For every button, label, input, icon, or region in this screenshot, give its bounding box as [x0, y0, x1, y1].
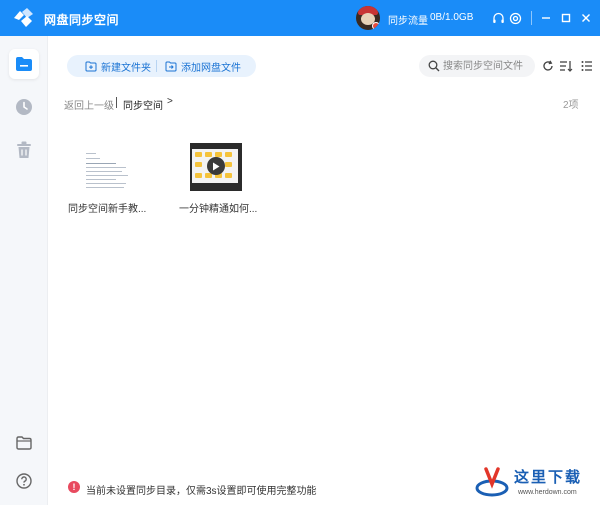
- item-count: 2项: [563, 100, 579, 111]
- watermark-url: www.herdown.com: [518, 489, 577, 496]
- help-icon: [16, 473, 32, 489]
- avatar[interactable]: [356, 6, 380, 30]
- new-folder-icon: [85, 61, 97, 71]
- maximize-icon[interactable]: [558, 10, 574, 26]
- breadcrumb-current[interactable]: 同步空间: [123, 97, 163, 112]
- file-item[interactable]: 一分钟精通如何...: [176, 138, 268, 218]
- add-netdisk-file-button[interactable]: 添加网盘文件: [165, 55, 241, 77]
- file-name: 同步空间新手教...: [68, 204, 147, 215]
- titlebar-divider: [531, 11, 532, 25]
- sync-traffic-value: 0B/1.0GB: [430, 12, 474, 23]
- file-name: 一分钟精通如何...: [179, 204, 258, 215]
- list-view-icon[interactable]: [580, 59, 594, 73]
- warning-icon: !: [68, 481, 80, 493]
- minimize-icon[interactable]: [538, 10, 554, 26]
- breadcrumb-back-link[interactable]: 返回上一级: [64, 97, 114, 112]
- sync-traffic-label: 同步流量: [388, 16, 428, 27]
- sidebar: [0, 36, 48, 505]
- video-thumbnail: [190, 143, 242, 191]
- play-icon: [207, 157, 225, 175]
- app-logo-icon: [14, 8, 33, 27]
- watermark-logo-icon: [475, 467, 509, 497]
- pill-divider: [156, 60, 157, 72]
- file-item[interactable]: 同步空间新手教...: [68, 138, 160, 218]
- history-icon: [16, 99, 32, 115]
- breadcrumb-arrow: >: [167, 96, 173, 107]
- new-folder-button[interactable]: 新建文件夹: [85, 55, 151, 77]
- search-box: [419, 55, 535, 77]
- sidebar-help[interactable]: [9, 466, 39, 496]
- settings-icon[interactable]: [507, 10, 523, 26]
- close-icon[interactable]: [578, 10, 594, 26]
- document-thumbnail: [82, 143, 134, 191]
- title-bar: 网盘同步空间 同步流量 0B/1.0GB: [0, 0, 600, 36]
- watermark: 这里下载 www.herdown.com: [470, 460, 600, 505]
- sync-folder-icon: [16, 57, 32, 71]
- sidebar-open-folder[interactable]: [9, 428, 39, 458]
- headset-icon[interactable]: [490, 10, 506, 26]
- action-pill: 新建文件夹 添加网盘文件: [67, 55, 256, 77]
- refresh-icon[interactable]: [541, 59, 555, 73]
- new-folder-label: 新建文件夹: [101, 62, 151, 74]
- breadcrumb-divider: [116, 97, 117, 108]
- search-icon: [428, 60, 440, 72]
- folder-icon: [16, 436, 32, 450]
- add-file-icon: [165, 61, 177, 71]
- watermark-title: 这里下载: [514, 468, 583, 486]
- sidebar-item-history[interactable]: [9, 92, 39, 122]
- search-input[interactable]: [443, 58, 531, 74]
- app-title: 网盘同步空间: [44, 13, 120, 27]
- sort-icon[interactable]: [559, 59, 573, 73]
- sidebar-item-trash[interactable]: [9, 135, 39, 165]
- sidebar-item-sync-space[interactable]: [9, 49, 39, 79]
- trash-icon: [17, 141, 31, 158]
- notice-text[interactable]: 当前未设置同步目录，仅需3s设置即可使用完整功能: [86, 482, 317, 497]
- add-file-label: 添加网盘文件: [181, 62, 241, 74]
